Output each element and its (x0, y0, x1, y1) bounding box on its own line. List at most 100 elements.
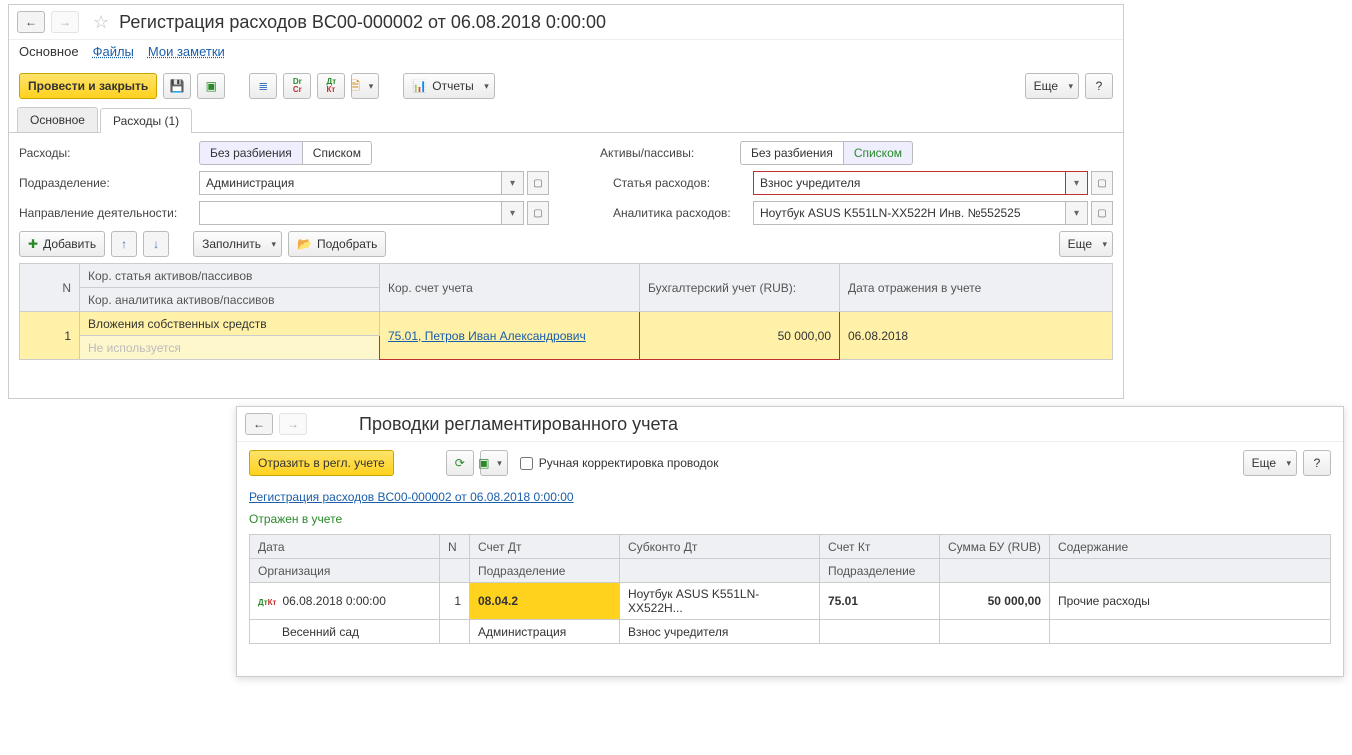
cell2-acckt: 75.01 (820, 583, 940, 620)
postings-toolbar: Отразить в регл. учете ⟳ ▣ Ручная коррек… (249, 450, 1331, 482)
pick-button[interactable]: 📂Подобрать (288, 231, 386, 257)
col-item2: Кор. аналитика активов/пассивов (80, 288, 380, 312)
post-button[interactable]: ▣ (197, 73, 225, 99)
pick-label: Подобрать (317, 237, 377, 251)
nav-forward-button-2[interactable]: → (279, 413, 307, 435)
dtkt-button[interactable]: ДтКт (317, 73, 345, 99)
label-assets: Активы/пассивы: (600, 146, 730, 160)
fill-button[interactable]: Заполнить (193, 231, 282, 257)
cell2-org: Весенний сад (250, 620, 440, 644)
move-up-button[interactable]: ↑ (111, 231, 137, 257)
nav-back-button[interactable]: ← (17, 11, 45, 33)
toggle-assets-by-list[interactable]: Списком (843, 141, 913, 165)
cell-not-used: Не используется (80, 336, 380, 360)
header-link-main[interactable]: Основное (19, 44, 79, 59)
tab-expenses[interactable]: Расходы (1) (100, 108, 192, 133)
table-row[interactable]: 1 Вложения собственных средств 75.01, Пе… (20, 312, 1113, 336)
nav-back-button-2[interactable]: ← (245, 413, 273, 435)
based-on-button[interactable]: ≣ (249, 73, 277, 99)
titlebar: ← → ☆ Регистрация расходов BC00-000002 о… (9, 5, 1123, 40)
cell2-n: 1 (440, 583, 470, 620)
col2-subdt: Субконто Дт (620, 535, 820, 559)
label-department: Подразделение: (19, 176, 189, 190)
department-field[interactable]: Администрация (199, 171, 502, 195)
manual-correction-checkbox[interactable] (520, 457, 533, 470)
col2-accdt: Счет Дт (470, 535, 620, 559)
table-toolbar: ✚Добавить ↑ ↓ Заполнить 📂Подобрать Еще (19, 231, 1113, 257)
header-nav-links: Основное Файлы Мои заметки (9, 40, 1123, 67)
postings-window: ← → Проводки регламентированного учета О… (236, 406, 1344, 677)
expense-item-field[interactable]: Взнос учредителя (753, 171, 1066, 195)
col-n: N (20, 264, 80, 312)
form-area: Расходы: Без разбиения Списком Активы/па… (9, 133, 1123, 398)
more-button[interactable]: Еще (1025, 73, 1079, 99)
expense-item-open-button[interactable]: ▢ (1091, 171, 1113, 195)
col-date: Дата отражения в учете (840, 264, 1113, 312)
reports-label: Отчеты (432, 79, 473, 93)
save-button[interactable]: 💾 (163, 73, 191, 99)
cell-amount: 50 000,00 (640, 312, 840, 360)
department-dropdown-button[interactable]: ▾ (502, 171, 524, 195)
export-button[interactable]: ▣ (480, 450, 508, 476)
expenses-view-toggle: Без разбиения Списком (199, 141, 372, 165)
cell2-date: ДтКт06.08.2018 0:00:00 (250, 583, 440, 620)
print-button[interactable]: 🗎 (351, 73, 379, 99)
col2-dept2: Подразделение (820, 559, 940, 583)
move-down-button[interactable]: ↓ (143, 231, 169, 257)
nav-forward-button[interactable]: → (51, 11, 79, 33)
activity-dropdown-button[interactable]: ▾ (502, 201, 524, 225)
label-expense-item: Статья расходов: (613, 176, 743, 190)
post-and-close-button[interactable]: Провести и закрыть (19, 73, 157, 99)
activity-open-button[interactable]: ▢ (527, 201, 549, 225)
analytics-field[interactable]: Ноутбук ASUS K551LN-XX522H Инв. №552525 (753, 201, 1066, 225)
expenses-table: N Кор. статья активов/пассивов Кор. счет… (19, 263, 1113, 360)
manual-correction-label: Ручная корректировка проводок (539, 456, 719, 470)
more-button-2[interactable]: Еще (1243, 450, 1297, 476)
posting-status: Отражен в учете (249, 512, 1331, 526)
col2-acckt: Счет Кт (820, 535, 940, 559)
document-link[interactable]: Регистрация расходов BC00-000002 от 06.0… (249, 490, 574, 504)
activity-field[interactable] (199, 201, 502, 225)
toggle-assets-no-split[interactable]: Без разбиения (740, 141, 843, 165)
help-button[interactable]: ? (1085, 73, 1113, 99)
toggle-no-split[interactable]: Без разбиения (199, 141, 302, 165)
cell2-subdt: Ноутбук ASUS K551LN-XX522H... (620, 583, 820, 620)
refresh-button[interactable]: ⟳ (446, 450, 474, 476)
col2-sum: Сумма БУ (RUB) (940, 535, 1050, 559)
department-open-button[interactable]: ▢ (527, 171, 549, 195)
drcr-button[interactable]: DrCr (283, 73, 311, 99)
col-item: Кор. статья активов/пассивов (80, 264, 380, 288)
favorite-star-icon[interactable]: ☆ (93, 12, 109, 33)
col2-n: N (440, 535, 470, 559)
header-link-notes[interactable]: Мои заметки (148, 44, 225, 59)
col2-dept: Подразделение (470, 559, 620, 583)
titlebar-2: ← → Проводки регламентированного учета (237, 407, 1343, 442)
header-link-files[interactable]: Файлы (93, 44, 134, 59)
expense-item-dropdown-button[interactable]: ▾ (1066, 171, 1088, 195)
toggle-by-list[interactable]: Списком (302, 141, 372, 165)
expenses-document-window: ← → ☆ Регистрация расходов BC00-000002 о… (8, 4, 1124, 399)
reports-button[interactable]: 📊Отчеты (403, 73, 494, 99)
window-title: Регистрация расходов BC00-000002 от 06.0… (119, 12, 606, 33)
analytics-dropdown-button[interactable]: ▾ (1066, 201, 1088, 225)
posting-row-sub[interactable]: Весенний сад Администрация Взнос учредит… (250, 620, 1331, 644)
cell-n: 1 (20, 312, 80, 360)
col-acct: Кор. счет учета (380, 264, 640, 312)
add-row-button[interactable]: ✚Добавить (19, 231, 105, 257)
label-activity: Направление деятельности: (19, 206, 189, 220)
reflect-button[interactable]: Отразить в регл. учете (249, 450, 394, 476)
col-amount: Бухгалтерский учет (RUB): (640, 264, 840, 312)
cell-acct[interactable]: 75.01, Петров Иван Александрович (380, 312, 640, 360)
postings-table: Дата N Счет Дт Субконто Дт Счет Кт Сумма… (249, 534, 1331, 644)
cell2-subdt2: Взнос учредителя (620, 620, 820, 644)
col2-date: Дата (250, 535, 440, 559)
assets-view-toggle: Без разбиения Списком (740, 141, 913, 165)
help-button-2[interactable]: ? (1303, 450, 1331, 476)
window-title-2: Проводки регламентированного учета (359, 414, 678, 435)
posting-row[interactable]: ДтКт06.08.2018 0:00:00 1 08.04.2 Ноутбук… (250, 583, 1331, 620)
analytics-open-button[interactable]: ▢ (1091, 201, 1113, 225)
table-more-button[interactable]: Еще (1059, 231, 1113, 257)
cell-item: Вложения собственных средств (80, 312, 380, 336)
tab-main[interactable]: Основное (17, 107, 98, 132)
label-analytics: Аналитика расходов: (613, 206, 743, 220)
